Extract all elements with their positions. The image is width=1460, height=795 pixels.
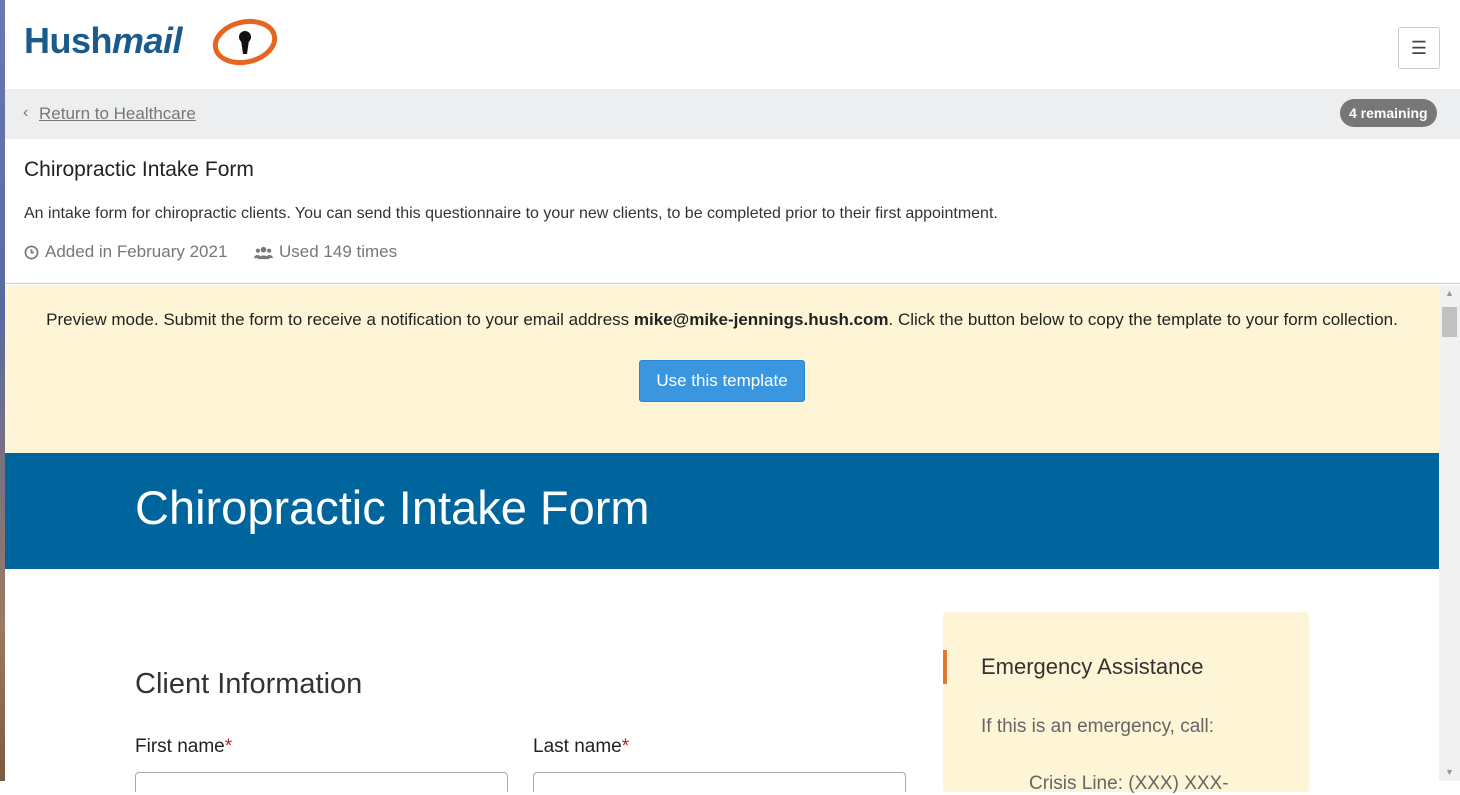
used-text: Used 149 times bbox=[279, 242, 398, 261]
preview-notice: Preview mode. Submit the form to receive… bbox=[5, 285, 1439, 453]
clock-icon bbox=[24, 245, 39, 259]
emergency-text: If this is an emergency, call: bbox=[981, 716, 1215, 737]
keyhole-logo-icon bbox=[212, 18, 278, 66]
vertical-scrollbar[interactable]: ▲ ▼ bbox=[1439, 285, 1460, 781]
menu-button[interactable]: ☰ bbox=[1398, 27, 1440, 69]
added-date: Added in February 2021 bbox=[24, 242, 227, 262]
preview-message: Preview mode. Submit the form to receive… bbox=[46, 310, 1398, 329]
top-navbar: Hushmail ☰ bbox=[5, 0, 1460, 89]
hushmail-logo[interactable]: Hushmail bbox=[24, 14, 284, 70]
emergency-assistance-box: Emergency Assistance If this is an emerg… bbox=[943, 612, 1309, 794]
added-text: Added in February 2021 bbox=[45, 242, 228, 261]
accent-bar bbox=[943, 650, 947, 684]
required-marker: * bbox=[621, 736, 630, 757]
scroll-thumb[interactable] bbox=[1442, 307, 1457, 337]
scroll-down-arrow-icon[interactable]: ▼ bbox=[1439, 764, 1460, 781]
required-marker: * bbox=[224, 736, 233, 757]
crisis-line: Crisis Line: (XXX) XXX- bbox=[1029, 773, 1229, 794]
emergency-title: Emergency Assistance bbox=[981, 654, 1204, 679]
template-info-panel: Chiropractic Intake Form An intake form … bbox=[5, 139, 1460, 284]
scroll-up-arrow-icon[interactable]: ▲ bbox=[1439, 285, 1460, 302]
hamburger-icon: ☰ bbox=[1410, 37, 1428, 58]
form-header-banner: Chiropractic Intake Form bbox=[5, 453, 1439, 569]
form-title: Chiropractic Intake Form bbox=[135, 481, 650, 534]
use-template-button[interactable]: Use this template bbox=[639, 360, 805, 402]
first-name-label: First name* bbox=[135, 736, 233, 757]
client-information-heading: Client Information bbox=[135, 668, 363, 700]
first-name-input[interactable] bbox=[135, 772, 508, 792]
form-body: Client Information First name* Last name… bbox=[5, 569, 1439, 794]
last-name-input[interactable] bbox=[533, 772, 906, 792]
template-description: An intake form for chiropractic clients.… bbox=[24, 205, 998, 222]
logo-text: Hushmail bbox=[24, 20, 183, 61]
notification-email: mike@mike-jennings.hush.com bbox=[633, 310, 889, 329]
breadcrumb: ‹ Return to Healthcare 4 remaining bbox=[5, 89, 1460, 139]
remaining-badge: 4 remaining bbox=[1340, 99, 1437, 127]
users-icon bbox=[254, 246, 273, 259]
last-name-label: Last name* bbox=[533, 736, 630, 757]
chevron-left-icon: ‹ bbox=[23, 104, 29, 121]
template-title: Chiropractic Intake Form bbox=[24, 158, 254, 181]
usage-count: Used 149 times bbox=[254, 242, 397, 262]
return-to-healthcare-link[interactable]: Return to Healthcare bbox=[39, 104, 196, 124]
